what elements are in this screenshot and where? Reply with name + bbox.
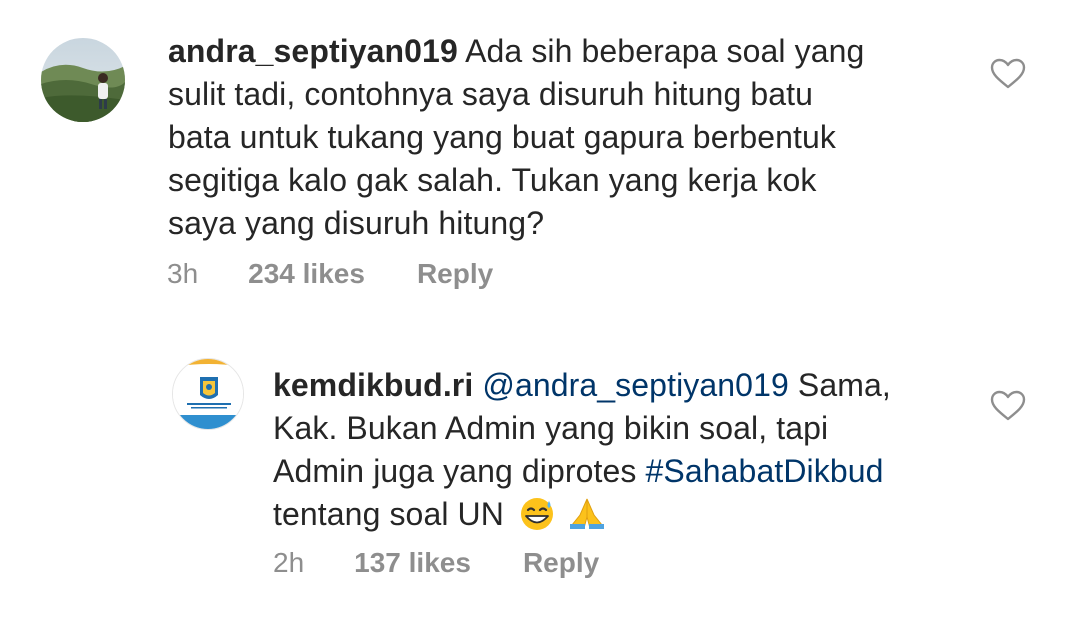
comment-text: andra_septiyan019 Ada sih beberapa soal …	[168, 30, 968, 245]
comment-text-line: saya yang disuruh hitung?	[168, 205, 545, 241]
reply-time: 2h	[273, 547, 305, 578]
reply-line: kemdikbud.ri @andra_septiyan019 Sama,	[273, 364, 973, 407]
comments-panel: andra_septiyan019 Ada sih beberapa soal …	[0, 0, 1080, 619]
hashtag-link[interactable]: #SahabatDikbud	[646, 453, 884, 489]
likes-count-button[interactable]: 137 likes	[354, 547, 471, 579]
reply-text-line: tentang soal UN	[273, 496, 504, 532]
reply-button[interactable]: Reply	[523, 547, 599, 579]
comment-line: andra_septiyan019 Ada sih beberapa soal …	[168, 30, 968, 73]
kemdikbud-logo-icon	[173, 359, 243, 429]
comment-time: 3h	[167, 258, 199, 289]
comment-meta: 3h 234 likes Reply	[167, 256, 493, 292]
avatar[interactable]	[172, 358, 244, 430]
like-button[interactable]	[990, 390, 1026, 422]
comment-item: andra_septiyan019 Ada sih beberapa soal …	[0, 0, 1080, 310]
avatar-photo	[41, 38, 125, 122]
comment-text-line: sulit tadi, contohnya saya disuruh hitun…	[168, 76, 814, 112]
reply-text-line: Kak. Bukan Admin yang bikin soal, tapi	[273, 410, 829, 446]
heart-outline-icon	[990, 58, 1026, 89]
reply-text-line: Admin juga yang diprotes	[273, 453, 637, 489]
comment-text-line: Ada sih beberapa soal yang	[465, 33, 865, 69]
reply-item: kemdikbud.ri @andra_septiyan019 Sama, Ka…	[0, 340, 1080, 619]
likes-count-button[interactable]: 234 likes	[248, 258, 365, 290]
reply-text-line: Sama,	[797, 367, 891, 403]
heart-outline-icon	[990, 390, 1026, 421]
reply-username[interactable]: kemdikbud.ri	[273, 367, 473, 403]
reply-line: tentang soal UN	[273, 493, 973, 542]
comment-text-line: segitiga kalo gak salah. Tukan yang kerj…	[168, 162, 817, 198]
mention-link[interactable]: @andra_septiyan019	[482, 367, 789, 403]
folded-hands-emoji-icon	[566, 495, 608, 542]
reply-meta: 2h 137 likes Reply	[273, 545, 599, 581]
like-button[interactable]	[990, 58, 1026, 90]
reply-button[interactable]: Reply	[417, 258, 493, 290]
reply-text: kemdikbud.ri @andra_septiyan019 Sama, Ka…	[273, 364, 973, 542]
reply-line: Admin juga yang diprotes #SahabatDikbud	[273, 450, 973, 493]
comment-text-line: bata untuk tukang yang buat gapura berbe…	[168, 119, 837, 155]
comment-username[interactable]: andra_septiyan019	[168, 33, 458, 69]
grinning-sweat-emoji-icon	[517, 495, 557, 542]
avatar[interactable]	[41, 38, 125, 122]
